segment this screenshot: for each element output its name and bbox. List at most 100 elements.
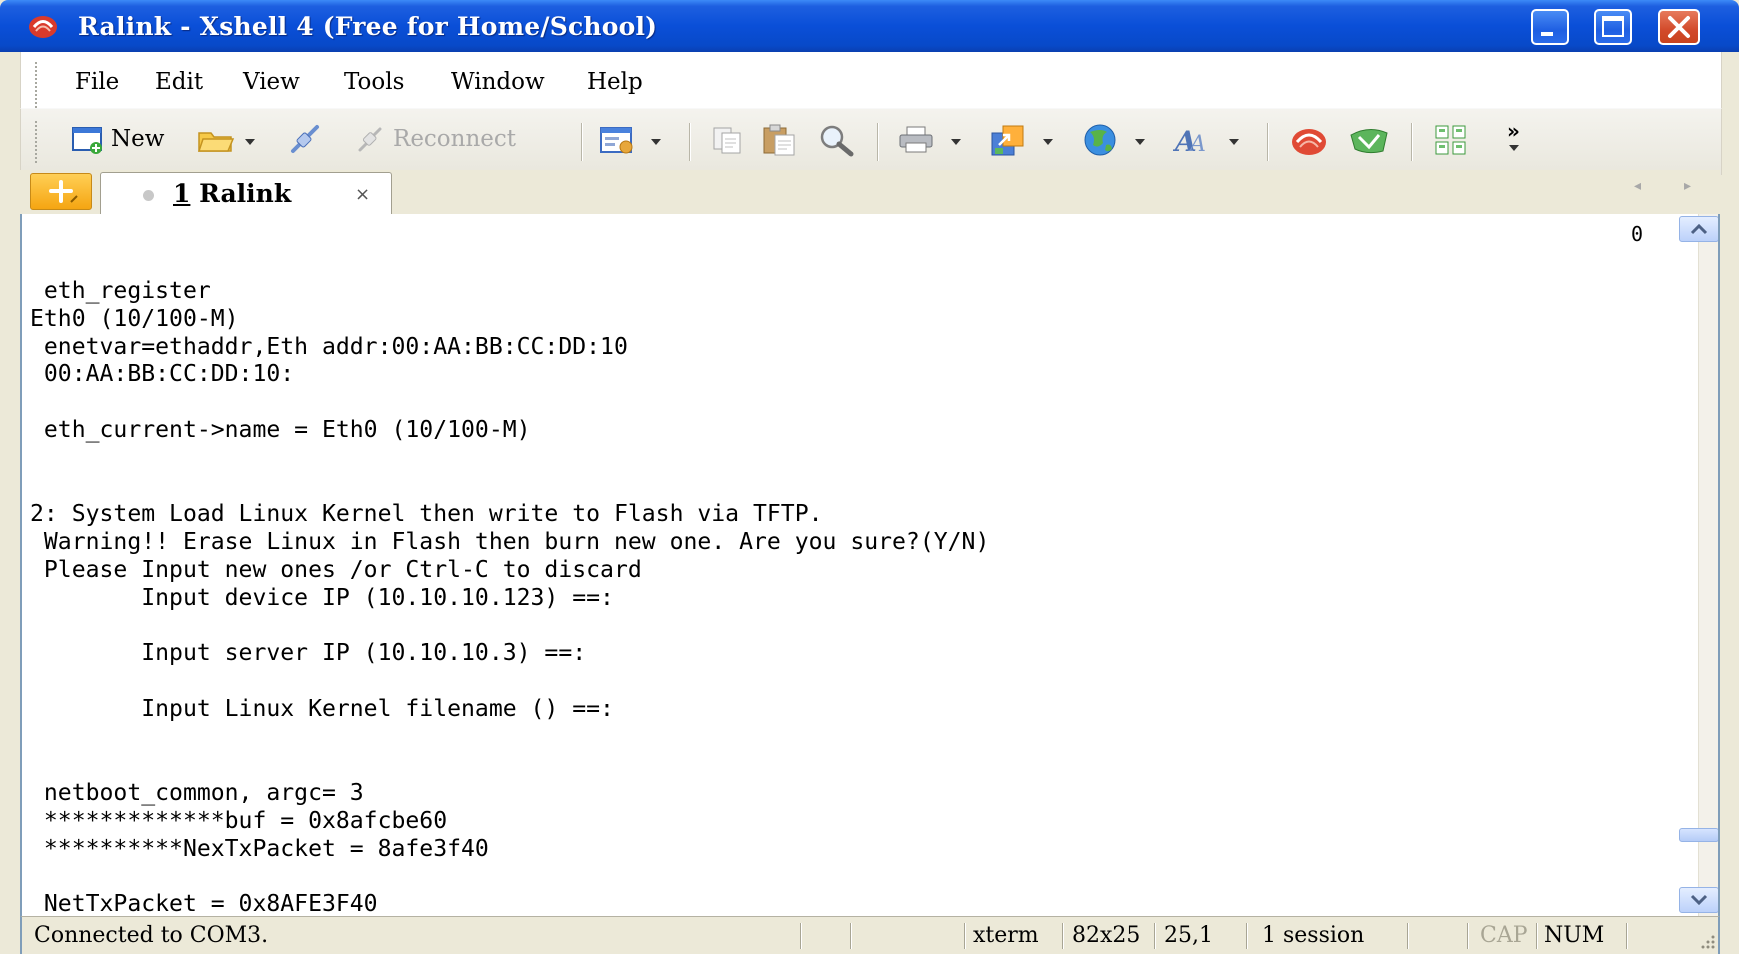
xshell-logo-icon <box>29 16 57 38</box>
status-separator <box>850 923 852 949</box>
transfer-button[interactable] <box>989 121 1061 161</box>
plus-icon <box>49 180 78 203</box>
tab-scroll-right-icon[interactable]: ▸ <box>1684 178 1691 194</box>
connection-status: Connected to COM3. <box>34 923 269 948</box>
menu-window[interactable]: Window <box>451 69 545 95</box>
print-dropdown-arrow-icon[interactable] <box>951 139 961 145</box>
close-button[interactable] <box>1658 9 1700 45</box>
terminal-type: xterm <box>973 923 1039 948</box>
scroll-down-button[interactable] <box>1679 887 1718 913</box>
status-separator <box>1467 923 1469 949</box>
font-dropdown-arrow-icon[interactable] <box>1229 139 1239 145</box>
terminal-line: eth_current->name = Eth0 (10/100-M) <box>30 417 531 444</box>
window-title: Ralink - Xshell 4 (Free for Home/School) <box>78 12 658 41</box>
resize-grip-icon[interactable] <box>1699 929 1717 951</box>
status-separator <box>800 923 802 949</box>
xshell-icon <box>1292 129 1326 155</box>
maximize-button[interactable] <box>1594 9 1632 45</box>
menu-tools[interactable]: Tools <box>344 69 404 95</box>
properties-dropdown-arrow-icon[interactable] <box>651 139 661 145</box>
status-separator <box>1062 923 1064 949</box>
open-dropdown-arrow-icon[interactable] <box>245 139 255 145</box>
chevron-right-icon: » <box>1507 119 1520 143</box>
overflow-dropdown-arrow-icon <box>1509 145 1519 151</box>
new-tab-button[interactable] <box>30 173 92 210</box>
session-tab-strip: 1 Ralink × ◂ ▸ <box>20 170 1720 215</box>
session-count: 1 session <box>1262 923 1365 948</box>
tab-ralink[interactable]: 1 Ralink × <box>100 172 392 215</box>
menubar-grip[interactable] <box>35 62 37 110</box>
terminal-line: netboot_common, argc= 3 <box>30 779 364 806</box>
copy-icon <box>713 127 741 154</box>
open-button[interactable] <box>197 121 257 161</box>
toolbar-separator <box>1411 123 1413 161</box>
scroll-thumb[interactable] <box>1679 828 1718 842</box>
properties-icon <box>600 127 633 154</box>
print-button[interactable] <box>897 121 969 161</box>
reconnect-button[interactable]: Reconnect <box>355 121 555 161</box>
copy-button[interactable] <box>711 121 747 161</box>
cursor-position: 25,1 <box>1164 923 1213 948</box>
tab-name: Ralink <box>199 179 292 208</box>
toolbar-overflow-button[interactable]: » <box>1501 119 1531 161</box>
new-session-icon <box>72 127 102 154</box>
close-icon <box>1668 16 1690 38</box>
minimize-button[interactable] <box>1531 9 1569 45</box>
terminal-area[interactable]: eth_register Eth0 (10/100-M) enetvar=etha… <box>20 214 1720 916</box>
status-bar: Connected to COM3. xterm 82x25 25,1 1 se… <box>20 916 1720 954</box>
font-button[interactable]: A A <box>1173 121 1245 161</box>
tab-scroll-left-icon[interactable]: ◂ <box>1634 178 1641 194</box>
link-icon <box>291 125 319 153</box>
layout-button[interactable] <box>1433 121 1473 161</box>
status-separator <box>1626 923 1628 949</box>
paste-button[interactable] <box>761 121 801 161</box>
connect-button[interactable] <box>287 121 323 161</box>
status-separator <box>1407 923 1409 949</box>
maximize-icon <box>1602 16 1624 37</box>
globe-dropdown-arrow-icon[interactable] <box>1135 139 1145 145</box>
layout-grid-icon <box>1435 125 1466 155</box>
search-icon <box>820 125 854 157</box>
terminal-line: **********NexTxPacket = 8afe3f40 <box>30 835 489 862</box>
menu-file[interactable]: File <box>75 69 119 95</box>
toolbar-grip[interactable] <box>35 121 37 165</box>
menu-edit[interactable]: Edit <box>155 69 203 95</box>
svg-text:A: A <box>1188 132 1206 157</box>
toolbar-separator <box>877 123 879 161</box>
terminal-line: Please Input new ones /or Ctrl-C to disc… <box>30 556 642 583</box>
toolbar-separator <box>581 123 583 161</box>
find-button[interactable] <box>817 121 857 161</box>
paste-icon <box>763 124 795 156</box>
terminal-line: enetvar=ethaddr,Eth addr:00:AA:BB:CC:DD:… <box>30 333 628 360</box>
status-separator <box>1536 923 1538 949</box>
terminal-scrollbar[interactable] <box>1679 214 1718 916</box>
transfer-icon <box>991 125 1024 156</box>
chevron-up-icon <box>1690 223 1708 235</box>
globe-button[interactable] <box>1081 121 1153 161</box>
title-bar[interactable]: Ralink - Xshell 4 (Free for Home/School) <box>0 0 1739 52</box>
new-label: New <box>111 126 165 152</box>
terminal-line: Warning!! Erase Linux in Flash then burn… <box>30 528 990 555</box>
terminal-size: 82x25 <box>1072 923 1141 948</box>
tab-label: 1 Ralink <box>173 179 291 208</box>
tab-close-icon[interactable]: × <box>355 184 370 205</box>
transfer-dropdown-arrow-icon[interactable] <box>1043 139 1053 145</box>
terminal-line: 00:AA:BB:CC:DD:10: <box>30 361 295 388</box>
xshell-button[interactable] <box>1289 121 1329 161</box>
status-separator <box>964 923 966 949</box>
terminal-line: Input Linux Kernel filename () ==: <box>30 696 614 723</box>
menu-help[interactable]: Help <box>587 69 643 95</box>
toolbar: New Reconnect A A » <box>20 108 1722 175</box>
menu-view[interactable]: View <box>243 69 300 95</box>
globe-icon <box>1084 124 1116 156</box>
scroll-up-button[interactable] <box>1679 216 1718 242</box>
terminal-output: eth_register Eth0 (10/100-M) enetvar=etha… <box>30 222 989 916</box>
xftp-button[interactable] <box>1347 121 1391 161</box>
properties-button[interactable] <box>599 121 669 161</box>
new-session-button[interactable]: New <box>71 121 189 161</box>
